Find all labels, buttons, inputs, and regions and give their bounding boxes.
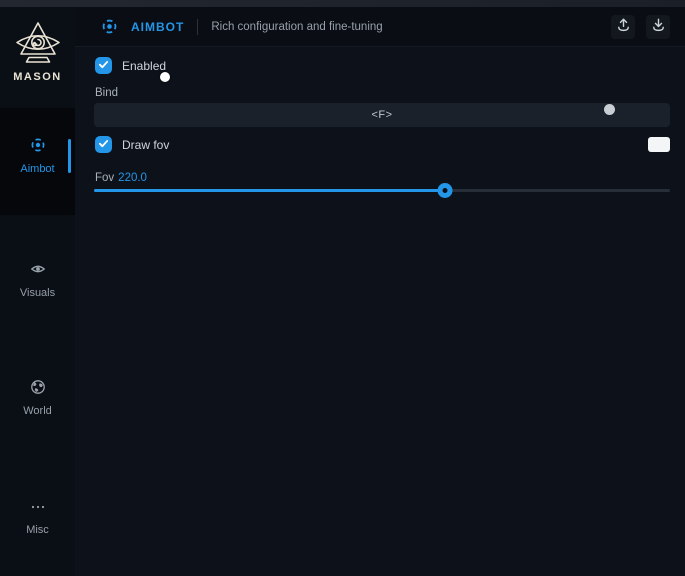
fov-slider-handle[interactable] <box>438 183 453 198</box>
eye-icon <box>30 261 46 277</box>
check-icon <box>98 57 109 75</box>
sidebar-item-visuals[interactable]: Visuals <box>0 261 75 299</box>
enabled-checkbox[interactable] <box>95 57 112 74</box>
ellipsis-icon <box>30 500 46 516</box>
secondary-cursor-dot <box>604 104 615 115</box>
export-config-button[interactable] <box>611 15 635 39</box>
draw-fov-checkbox[interactable] <box>95 136 112 153</box>
brand-name: MASON <box>0 71 75 83</box>
brand-logo: MASON <box>0 20 75 83</box>
download-icon <box>650 16 667 38</box>
page-title: AIMBOT <box>131 20 184 34</box>
mouse-cursor-dot <box>160 72 170 82</box>
fov-color-swatch[interactable] <box>648 137 670 152</box>
sidebar: MASON Aimbot Visuals <box>0 7 75 576</box>
upload-icon <box>615 16 632 38</box>
sidebar-item-world[interactable]: World <box>0 379 75 417</box>
sidebar-item-label: World <box>0 405 75 417</box>
bind-value: <F> <box>371 109 392 121</box>
header-divider <box>197 19 198 35</box>
sidebar-item-label: Visuals <box>0 287 75 299</box>
crosshair-icon <box>101 18 118 35</box>
pyramid-eye-logo-icon <box>0 20 75 68</box>
page-subtitle: Rich configuration and fine-tuning <box>211 21 382 33</box>
fov-slider-fill <box>94 189 445 192</box>
check-icon <box>98 136 109 154</box>
window-title-strip <box>0 0 685 7</box>
crosshair-icon <box>30 137 46 153</box>
bind-label: Bind <box>95 87 118 99</box>
globe-icon <box>30 379 46 395</box>
sidebar-item-misc[interactable]: Misc <box>0 500 75 536</box>
draw-fov-label: Draw fov <box>122 138 169 152</box>
bind-input[interactable]: <F> <box>94 103 670 127</box>
sidebar-item-label: Misc <box>0 524 75 536</box>
sidebar-item-aimbot[interactable]: Aimbot <box>0 137 75 175</box>
app-window: MASON Aimbot Visuals <box>0 0 685 576</box>
enabled-label: Enabled <box>122 59 166 73</box>
page-header: AIMBOT Rich configuration and fine-tunin… <box>75 7 685 47</box>
import-config-button[interactable] <box>646 15 670 39</box>
sidebar-item-label: Aimbot <box>0 163 75 175</box>
fov-slider[interactable] <box>94 182 670 198</box>
main-panel: AIMBOT Rich configuration and fine-tunin… <box>75 7 685 576</box>
